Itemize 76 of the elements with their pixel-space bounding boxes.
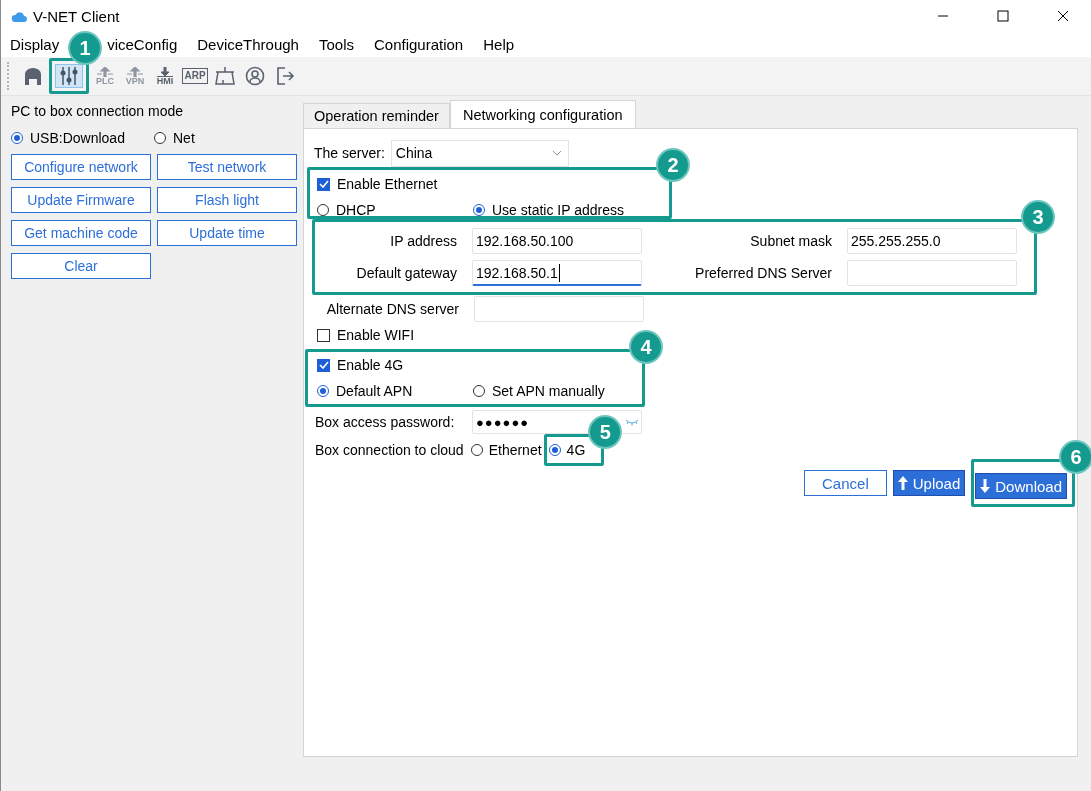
download-icon xyxy=(156,66,174,77)
step-badge: 1 xyxy=(70,33,100,63)
toolbar-button[interactable]: HMI xyxy=(151,64,179,88)
field-label: Box connection to cloud xyxy=(315,442,464,458)
radio-button[interactable] xyxy=(317,385,329,397)
arrow-up-icon xyxy=(126,66,144,77)
section-title: PC to box connection mode xyxy=(11,103,184,121)
action-button[interactable]: Configure network xyxy=(11,154,151,180)
radio-label: Default APN xyxy=(336,383,413,399)
server-dropdown[interactable]: China xyxy=(390,139,569,167)
user-icon xyxy=(245,66,265,86)
text-field[interactable] xyxy=(847,260,1017,286)
upload-button[interactable]: Upload xyxy=(892,470,966,496)
checkbox[interactable] xyxy=(317,328,330,342)
arrow-up-icon xyxy=(96,66,114,77)
action-button[interactable]: Clear xyxy=(11,253,151,279)
action-button[interactable]: Update time xyxy=(157,220,297,246)
radio-label: DHCP xyxy=(336,202,376,218)
step-badge: 2 xyxy=(658,150,688,180)
radio-label: Ethernet xyxy=(488,442,542,458)
menu-item[interactable]: Help xyxy=(483,36,515,53)
cloud-icon xyxy=(11,10,27,22)
field-label: Preferred DNS Server xyxy=(694,265,832,281)
text-field[interactable]: 255.255.255.0 xyxy=(847,228,1017,254)
step-badge: 4 xyxy=(631,332,661,362)
toolbar-button[interactable] xyxy=(55,64,83,88)
radio-button[interactable] xyxy=(473,385,485,397)
checkbox[interactable] xyxy=(317,358,330,372)
chevron-down-icon xyxy=(551,150,562,156)
menu-item[interactable]: Configuration xyxy=(374,36,464,53)
action-button[interactable]: Flash light xyxy=(157,187,297,213)
radio-button[interactable] xyxy=(473,204,485,216)
arrow-up-icon xyxy=(897,476,908,490)
radio-button[interactable] xyxy=(470,444,483,456)
exit-icon xyxy=(275,66,295,86)
download-button[interactable]: Download xyxy=(975,473,1067,499)
menu-item[interactable]: DeviceThrough xyxy=(197,36,299,53)
field-label: The server: xyxy=(314,145,385,161)
field-label: Alternate DNS server xyxy=(325,301,459,317)
arrow-down-icon xyxy=(980,479,991,493)
field-label: Default gateway xyxy=(355,265,457,281)
radio-label: 4G xyxy=(566,442,586,458)
checkbox-label: Enable 4G xyxy=(337,357,404,373)
radio-button[interactable] xyxy=(11,132,23,144)
step-badge: 6 xyxy=(1061,442,1091,472)
tab[interactable]: Networking configuration xyxy=(449,100,636,128)
checkbox-label: Enable Ethernet xyxy=(337,176,438,192)
text-field[interactable] xyxy=(474,296,644,322)
tab[interactable]: Operation reminder xyxy=(303,103,450,128)
step-badge: 5 xyxy=(590,417,621,447)
field-label: IP address xyxy=(389,233,457,249)
field-label: Subnet mask xyxy=(749,233,832,249)
text-field[interactable]: 192.168.50.100 xyxy=(472,228,642,254)
home-icon xyxy=(23,67,43,85)
radio-button[interactable] xyxy=(548,444,561,456)
window-title: V-NET Client xyxy=(33,7,120,25)
action-button[interactable]: Update Firmware xyxy=(11,187,151,213)
cancel-button[interactable]: Cancel xyxy=(804,470,887,496)
radio-label: USB:Download xyxy=(30,130,125,146)
action-button[interactable]: Test network xyxy=(157,154,297,180)
text-field[interactable]: 192.168.50.1 xyxy=(472,260,642,286)
menu-item[interactable]: Tools xyxy=(318,36,354,53)
checkbox-label: Enable WIFI xyxy=(337,327,415,343)
checkbox[interactable] xyxy=(317,177,330,191)
step-badge: 3 xyxy=(1023,202,1053,232)
sliders-icon xyxy=(59,66,79,86)
menu-item[interactable]: Display xyxy=(10,36,60,53)
radio-button[interactable] xyxy=(154,132,166,144)
radio-label: Net xyxy=(173,130,195,146)
radio-label: Use static IP address xyxy=(492,202,625,218)
field-label: Box access password: xyxy=(315,414,456,430)
radio-button[interactable] xyxy=(317,204,329,216)
radio-label: Set APN manually xyxy=(492,383,605,399)
action-button[interactable]: Get machine code xyxy=(11,220,151,246)
menu-item[interactable]: viceConfig xyxy=(107,36,178,53)
network-icon xyxy=(215,67,235,85)
